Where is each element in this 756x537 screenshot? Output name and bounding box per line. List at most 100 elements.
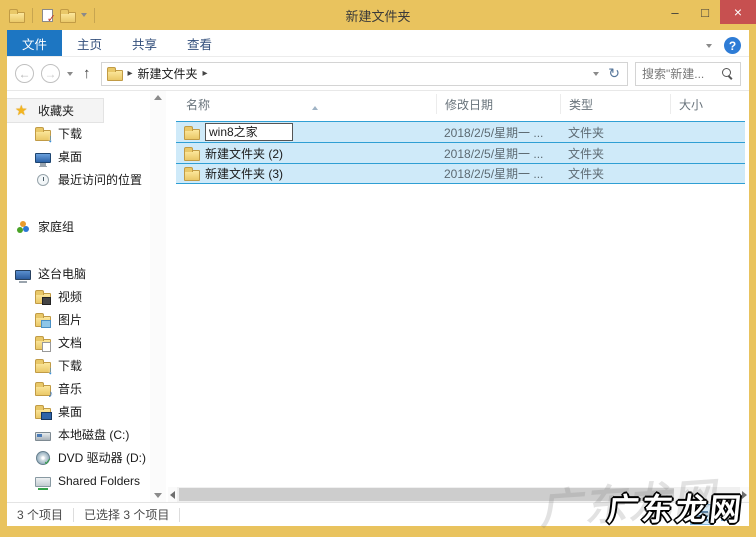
column-header-size[interactable]: 大小 xyxy=(670,94,745,114)
sidebar-item-label: 文档 xyxy=(58,336,83,350)
sidebar-item[interactable]: 这台电脑 xyxy=(7,262,150,285)
file-row[interactable]: win8之家 2018/2/5/星期一 ... 文件夹 xyxy=(176,121,745,142)
scrollbar-track[interactable] xyxy=(177,487,740,502)
recent-icon xyxy=(37,173,49,186)
file-row[interactable]: 新建文件夹 (2) 2018/2/5/星期一 ... 文件夹 xyxy=(176,142,745,163)
address-bar[interactable]: ▸ 新建文件夹 ▸ ↻ xyxy=(100,61,628,86)
sidebar-item-label: 图片 xyxy=(58,313,83,327)
breadcrumb-segment[interactable]: 新建文件夹 xyxy=(138,65,198,82)
ribbon-tab-label: 查看 xyxy=(187,38,213,52)
ribbon-tab-label: 共享 xyxy=(132,38,158,52)
properties-icon[interactable] xyxy=(42,8,56,25)
search-icon[interactable] xyxy=(721,67,734,80)
sidebar-item[interactable]: Shared Folders xyxy=(7,469,150,492)
new-folder-icon[interactable] xyxy=(60,8,76,23)
file-name[interactable]: 新建文件夹 (2) xyxy=(205,145,283,162)
sidebar-item[interactable]: 音乐 xyxy=(7,377,150,400)
ribbon-tab-bar: 文件 主页 共享 查看 xyxy=(7,30,749,57)
client-area: 文件 主页 共享 查看 ? ← → ↑ ▸ 新建文件夹 ▸ ↻ 搜索"新建...… xyxy=(7,30,749,526)
sidebar-item[interactable]: 图片 xyxy=(7,308,150,331)
sidebar-item-label: DVD 驱动器 (D:) xyxy=(58,451,146,465)
computer-icon xyxy=(15,269,31,283)
scroll-right-icon[interactable] xyxy=(742,490,747,499)
star-icon xyxy=(15,102,31,119)
sidebar-item[interactable]: 本地磁盘 (C:) xyxy=(7,423,150,446)
help-icon[interactable]: ? xyxy=(724,37,741,54)
thumbnails-view-button[interactable] xyxy=(717,505,739,524)
column-header-date[interactable]: 修改日期 xyxy=(436,94,560,114)
folder-download-icon xyxy=(35,359,53,377)
scrollbar-thumb[interactable] xyxy=(179,488,675,501)
ribbon-tools: ? xyxy=(706,37,741,54)
breadcrumb-arrow-icon[interactable]: ▸ xyxy=(128,68,133,79)
quick-access-toolbar xyxy=(0,7,97,25)
sidebar-item[interactable]: DVD 驱动器 (D:) xyxy=(7,446,150,469)
divider xyxy=(179,507,181,522)
navigation-pane: 收藏夹 下载 桌面 最近访问的位置 家庭组 这台电脑 xyxy=(7,91,150,502)
divider xyxy=(73,507,75,522)
sidebar-item[interactable]: 最近访问的位置 xyxy=(7,168,150,191)
file-row[interactable]: 新建文件夹 (3) 2018/2/5/星期一 ... 文件夹 xyxy=(176,163,745,184)
sidebar-item[interactable]: 桌面 xyxy=(7,145,150,168)
file-type: 文件夹 xyxy=(568,167,605,181)
sidebar-item-label: 桌面 xyxy=(58,405,83,419)
minimize-button[interactable]: – xyxy=(660,0,690,24)
sidebar-item-label: 最近访问的位置 xyxy=(58,173,143,187)
homegroup-icon xyxy=(15,219,31,235)
sidebar-item[interactable]: 文档 xyxy=(7,331,150,354)
item-count: 3 个项目 xyxy=(17,508,64,522)
sidebar-item[interactable]: 下载 xyxy=(7,354,150,377)
ribbon-tab[interactable]: 查看 xyxy=(172,30,227,56)
search-placeholder: 搜索"新建... xyxy=(642,67,705,81)
sidebar-scrollbar[interactable] xyxy=(150,91,166,502)
breadcrumb-arrow-icon[interactable]: ▸ xyxy=(203,68,208,79)
sidebar-item[interactable]: 家庭组 xyxy=(7,215,150,238)
sidebar-item[interactable]: 下载 xyxy=(7,122,150,145)
ribbon-tab[interactable]: 主页 xyxy=(62,30,117,56)
titlebar: 新建文件夹 – □ × xyxy=(0,0,756,30)
folder-icon xyxy=(184,167,200,181)
file-name-cell: 新建文件夹 (2) xyxy=(176,145,436,162)
sidebar-item-label: 收藏夹 xyxy=(38,104,75,118)
search-input[interactable]: 搜索"新建... xyxy=(635,61,741,86)
view-toggle-buttons xyxy=(691,505,739,524)
sidebar-item[interactable]: 桌面 xyxy=(7,400,150,423)
file-name[interactable]: win8之家 xyxy=(205,123,293,141)
ribbon-tab[interactable]: 共享 xyxy=(117,30,172,56)
ribbon-tab[interactable]: 文件 xyxy=(7,30,63,56)
details-view-button[interactable] xyxy=(691,505,713,524)
scroll-up-icon[interactable] xyxy=(154,95,162,100)
sidebar-item[interactable]: 收藏夹 xyxy=(7,99,103,122)
folder-icon xyxy=(184,125,200,140)
sidebar-item[interactable]: 视频 xyxy=(7,285,150,308)
history-dropdown-icon[interactable] xyxy=(67,71,73,76)
file-type: 文件夹 xyxy=(568,146,605,161)
sidebar-item-label: 下载 xyxy=(58,359,83,373)
folder-download-icon xyxy=(35,127,53,145)
folder-video-icon xyxy=(35,290,51,305)
address-dropdown-icon[interactable] xyxy=(593,71,600,76)
explorer-window: { "window": { "title": "新建文件夹", "control… xyxy=(0,0,756,533)
column-header-type[interactable]: 类型 xyxy=(560,94,670,114)
horizontal-scrollbar[interactable] xyxy=(168,487,749,502)
file-list-area: 名称 修改日期 类型 大小 win8之家 2018/2/5/星期一 ... 文件… xyxy=(166,91,749,502)
up-button[interactable]: ↑ xyxy=(80,65,94,82)
file-date: 2018/2/5/星期一 ... xyxy=(444,167,544,181)
explorer-icon xyxy=(9,8,25,23)
file-name[interactable]: 新建文件夹 (3) xyxy=(205,165,283,182)
column-header-name[interactable]: 名称 xyxy=(176,96,436,113)
sort-ascending-icon[interactable] xyxy=(312,92,318,110)
scroll-left-icon[interactable] xyxy=(170,490,175,499)
sidebar-item-label: 本地磁盘 (C:) xyxy=(58,428,130,442)
refresh-icon[interactable]: ↻ xyxy=(608,65,620,82)
close-button[interactable]: × xyxy=(720,0,756,24)
column-header-row: 名称 修改日期 类型 大小 xyxy=(176,91,745,117)
back-button[interactable]: ← xyxy=(15,64,34,83)
scroll-down-icon[interactable] xyxy=(154,493,162,498)
maximize-button[interactable]: □ xyxy=(690,0,720,24)
qat-dropdown-icon[interactable] xyxy=(81,13,87,17)
ribbon-tab-label: 主页 xyxy=(77,38,103,52)
forward-button[interactable]: → xyxy=(41,64,60,83)
details-view-icon xyxy=(695,509,709,521)
minimize-ribbon-icon[interactable] xyxy=(706,43,712,48)
